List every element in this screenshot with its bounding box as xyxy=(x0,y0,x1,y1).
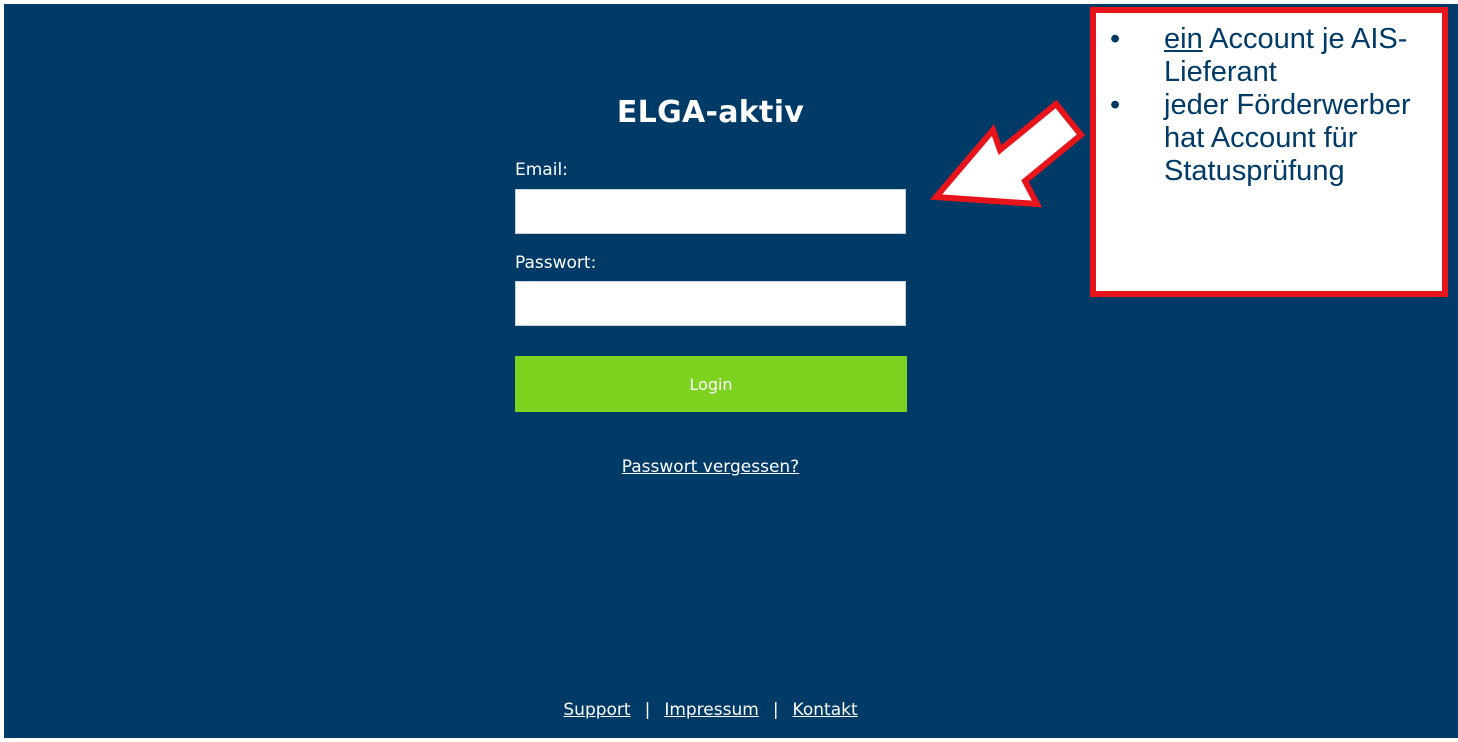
footer-link-support[interactable]: Support xyxy=(563,700,630,720)
password-label: Passwort: xyxy=(515,253,597,273)
arrow-left-down-icon xyxy=(929,99,1086,208)
password-field[interactable] xyxy=(515,281,906,326)
footer-separator: | xyxy=(644,700,651,720)
bullet-icon: • xyxy=(1110,23,1121,55)
callout-text: jeder Förderwerber hat Account für Statu… xyxy=(1164,89,1411,187)
email-label: Email: xyxy=(515,160,568,180)
forgot-password-link[interactable]: Passwort vergessen? xyxy=(622,457,799,477)
footer: Support | Impressum | Kontakt xyxy=(0,700,1421,720)
email-field[interactable] xyxy=(515,189,906,234)
page: ELGA-aktiv Email: Passwort: Login Passwo… xyxy=(0,0,1458,742)
footer-separator: | xyxy=(772,700,779,720)
callout-emphasis: ein xyxy=(1164,23,1203,55)
callout-item: • jeder Förderwerber hat Account für Stat… xyxy=(1110,89,1430,188)
annotation-callout: • ein Account je AIS-Lieferant • jeder För… xyxy=(1090,7,1448,297)
footer-link-impressum[interactable]: Impressum xyxy=(664,700,759,720)
footer-link-kontakt[interactable]: Kontakt xyxy=(793,700,858,720)
callout-item: • ein Account je AIS-Lieferant xyxy=(1110,23,1430,89)
bullet-icon: • xyxy=(1110,89,1121,121)
callout-list: • ein Account je AIS-Lieferant • jeder För… xyxy=(1110,23,1430,188)
login-button[interactable]: Login xyxy=(515,356,907,412)
forgot-password-container: Passwort vergessen? xyxy=(0,457,1421,477)
